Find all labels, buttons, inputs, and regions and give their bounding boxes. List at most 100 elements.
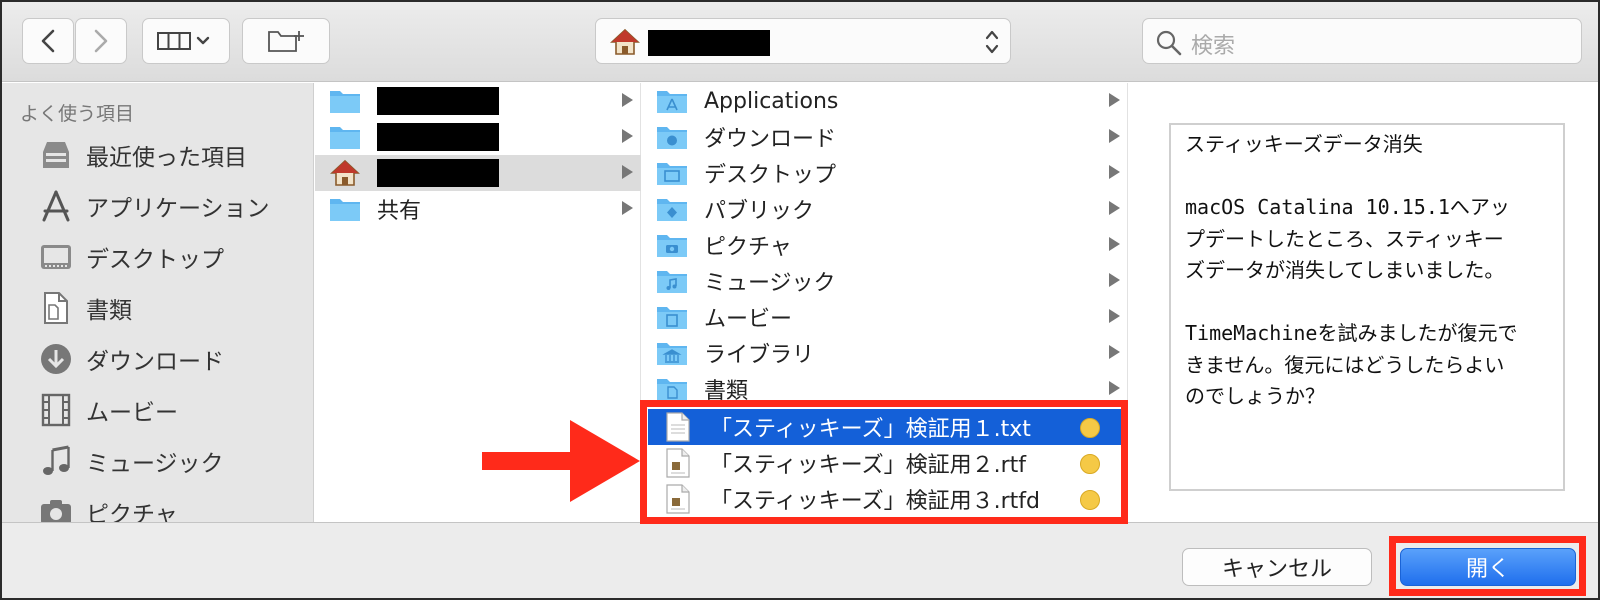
sidebar-item-label: ムービー bbox=[86, 400, 178, 426]
folder-row-pictures[interactable]: ピクチャ bbox=[642, 227, 1128, 263]
folder-icon bbox=[325, 121, 365, 153]
red-arrow-icon bbox=[482, 420, 640, 502]
music-folder-icon bbox=[652, 265, 692, 297]
new-folder-button[interactable] bbox=[242, 18, 330, 64]
downloads-icon bbox=[38, 341, 74, 377]
recents-icon bbox=[38, 137, 74, 173]
library-folder-icon bbox=[652, 337, 692, 369]
preview-line: TimeMachineを試みましたが復元で bbox=[1185, 321, 1518, 345]
new-folder-icon bbox=[268, 31, 304, 52]
preview-line: スティッキーズデータ消失 bbox=[1185, 132, 1423, 156]
preview-line: ズデータが消失してしまいました。 bbox=[1185, 258, 1505, 282]
back-button[interactable] bbox=[22, 18, 74, 64]
disclosure-arrow-icon bbox=[1109, 201, 1120, 215]
folder-row-redacted-2[interactable] bbox=[315, 119, 641, 155]
highlight-box-files bbox=[640, 400, 1128, 524]
folder-icon bbox=[325, 193, 365, 225]
folder-row-applications[interactable]: Applications bbox=[642, 83, 1128, 119]
preview-line: きません。復元にはどうしたらよい bbox=[1185, 352, 1505, 377]
cancel-button[interactable]: キャンセル bbox=[1182, 548, 1372, 586]
movies-icon bbox=[38, 392, 74, 428]
sidebar-item-label: デスクトップ bbox=[86, 247, 224, 273]
folder-row-music[interactable]: ミュージック bbox=[642, 263, 1128, 299]
sidebar-item-downloads[interactable]: ダウンロード bbox=[38, 337, 313, 381]
redacted-folder-name bbox=[377, 87, 499, 115]
forward-button[interactable] bbox=[75, 18, 127, 64]
dialog-button-bar: キャンセル 開く bbox=[2, 522, 1598, 598]
sidebar-item-pictures[interactable]: ピクチャ bbox=[38, 490, 313, 522]
up-down-arrows-icon bbox=[985, 30, 999, 54]
preview-blank-line bbox=[1185, 161, 1549, 193]
pictures-folder-icon bbox=[652, 229, 692, 261]
sidebar-item-recents[interactable]: 最近使った項目 bbox=[38, 133, 313, 177]
folder-row-movies[interactable]: ムービー bbox=[642, 299, 1128, 335]
toolbar: 検索 bbox=[2, 2, 1598, 82]
sidebar-item-label: ミュージック bbox=[86, 451, 224, 477]
preview-blank-line bbox=[1185, 287, 1549, 319]
search-field[interactable]: 検索 bbox=[1142, 18, 1582, 64]
disclosure-arrow-icon bbox=[1109, 345, 1120, 359]
path-popup[interactable] bbox=[595, 18, 1011, 64]
disclosure-arrow-icon bbox=[1109, 273, 1120, 287]
folder-label: デスクトップ bbox=[704, 163, 837, 188]
home-icon bbox=[325, 157, 365, 189]
redacted-folder-name bbox=[377, 123, 499, 151]
folder-row-desktop[interactable]: デスクトップ bbox=[642, 155, 1128, 191]
chevron-left-icon bbox=[41, 29, 55, 53]
folder-row-library[interactable]: ライブラリ bbox=[642, 335, 1128, 371]
folder-row-public[interactable]: パブリック bbox=[642, 191, 1128, 227]
disclosure-arrow-icon bbox=[622, 201, 633, 215]
sidebar-item-label: 最近使った項目 bbox=[86, 145, 247, 171]
preview-line: プデートしたところ、スティッキー bbox=[1185, 226, 1504, 251]
folder-label: ライブラリ bbox=[704, 343, 815, 368]
folder-row-downloads[interactable]: ダウンロード bbox=[642, 119, 1128, 155]
sidebar-item-applications[interactable]: アプリケーション bbox=[38, 184, 313, 228]
redacted-folder-name bbox=[377, 159, 499, 187]
sidebar-item-desktop[interactable]: デスクトップ bbox=[38, 235, 313, 279]
sidebar-item-music[interactable]: ミュージック bbox=[38, 439, 313, 483]
folder-label: ムービー bbox=[704, 307, 793, 332]
disclosure-arrow-icon bbox=[1109, 237, 1120, 251]
music-icon bbox=[38, 443, 74, 479]
sidebar-item-documents[interactable]: 書類 bbox=[38, 286, 313, 330]
search-icon bbox=[1156, 30, 1182, 56]
folder-label: パブリック bbox=[704, 199, 815, 224]
redacted-path-name bbox=[648, 30, 770, 56]
sidebar-item-label: 書類 bbox=[86, 298, 132, 324]
sidebar-item-label: アプリケーション bbox=[86, 196, 270, 222]
highlight-box-open-button bbox=[1389, 536, 1586, 596]
preview-pane: スティッキーズデータ消失 macOS Catalina 10.15.1へアッ プ… bbox=[1129, 83, 1598, 522]
documents-icon bbox=[38, 290, 74, 326]
disclosure-arrow-icon bbox=[1109, 309, 1120, 323]
disclosure-arrow-icon bbox=[1109, 381, 1120, 395]
movies-folder-icon bbox=[652, 301, 692, 333]
public-folder-icon bbox=[652, 193, 692, 225]
preview-text-box: スティッキーズデータ消失 macOS Catalina 10.15.1へアッ プ… bbox=[1169, 123, 1565, 491]
desktop-folder-icon bbox=[652, 157, 692, 189]
desktop-icon bbox=[38, 239, 74, 275]
search-placeholder: 検索 bbox=[1191, 34, 1236, 59]
sidebar-item-label: ピクチャ bbox=[86, 502, 178, 522]
sidebar-item-label: ダウンロード bbox=[86, 349, 224, 375]
preview-line: のでしょうか？ bbox=[1185, 384, 1325, 408]
sidebar-heading-favorites: よく使う項目 bbox=[20, 103, 135, 125]
sidebar: よく使う項目 最近使った項目 アプリケーション デスクトップ 書類 ダウンロード… bbox=[2, 83, 314, 522]
view-mode-button[interactable] bbox=[142, 18, 230, 64]
folder-row-redacted-1[interactable] bbox=[315, 83, 641, 119]
home-folder-row[interactable] bbox=[315, 155, 641, 191]
folder-label: Applications bbox=[704, 88, 839, 114]
folder-label: 共有 bbox=[377, 199, 422, 224]
applications-folder-icon bbox=[652, 85, 692, 117]
home-icon bbox=[610, 28, 640, 55]
chevron-right-icon bbox=[94, 29, 108, 53]
disclosure-arrow-icon bbox=[622, 129, 633, 143]
disclosure-arrow-icon bbox=[622, 165, 633, 179]
open-file-dialog: 検索 よく使う項目 最近使った項目 アプリケーション デスクトップ 書類 ダウン… bbox=[0, 0, 1600, 600]
sidebar-item-movies[interactable]: ムービー bbox=[38, 388, 313, 432]
disclosure-arrow-icon bbox=[1109, 129, 1120, 143]
pictures-icon bbox=[38, 494, 74, 522]
downloads-folder-icon bbox=[652, 121, 692, 153]
column-view-icon bbox=[157, 32, 210, 50]
folder-row-shared[interactable]: 共有 bbox=[315, 191, 641, 227]
folder-label: ピクチャ bbox=[704, 235, 792, 260]
